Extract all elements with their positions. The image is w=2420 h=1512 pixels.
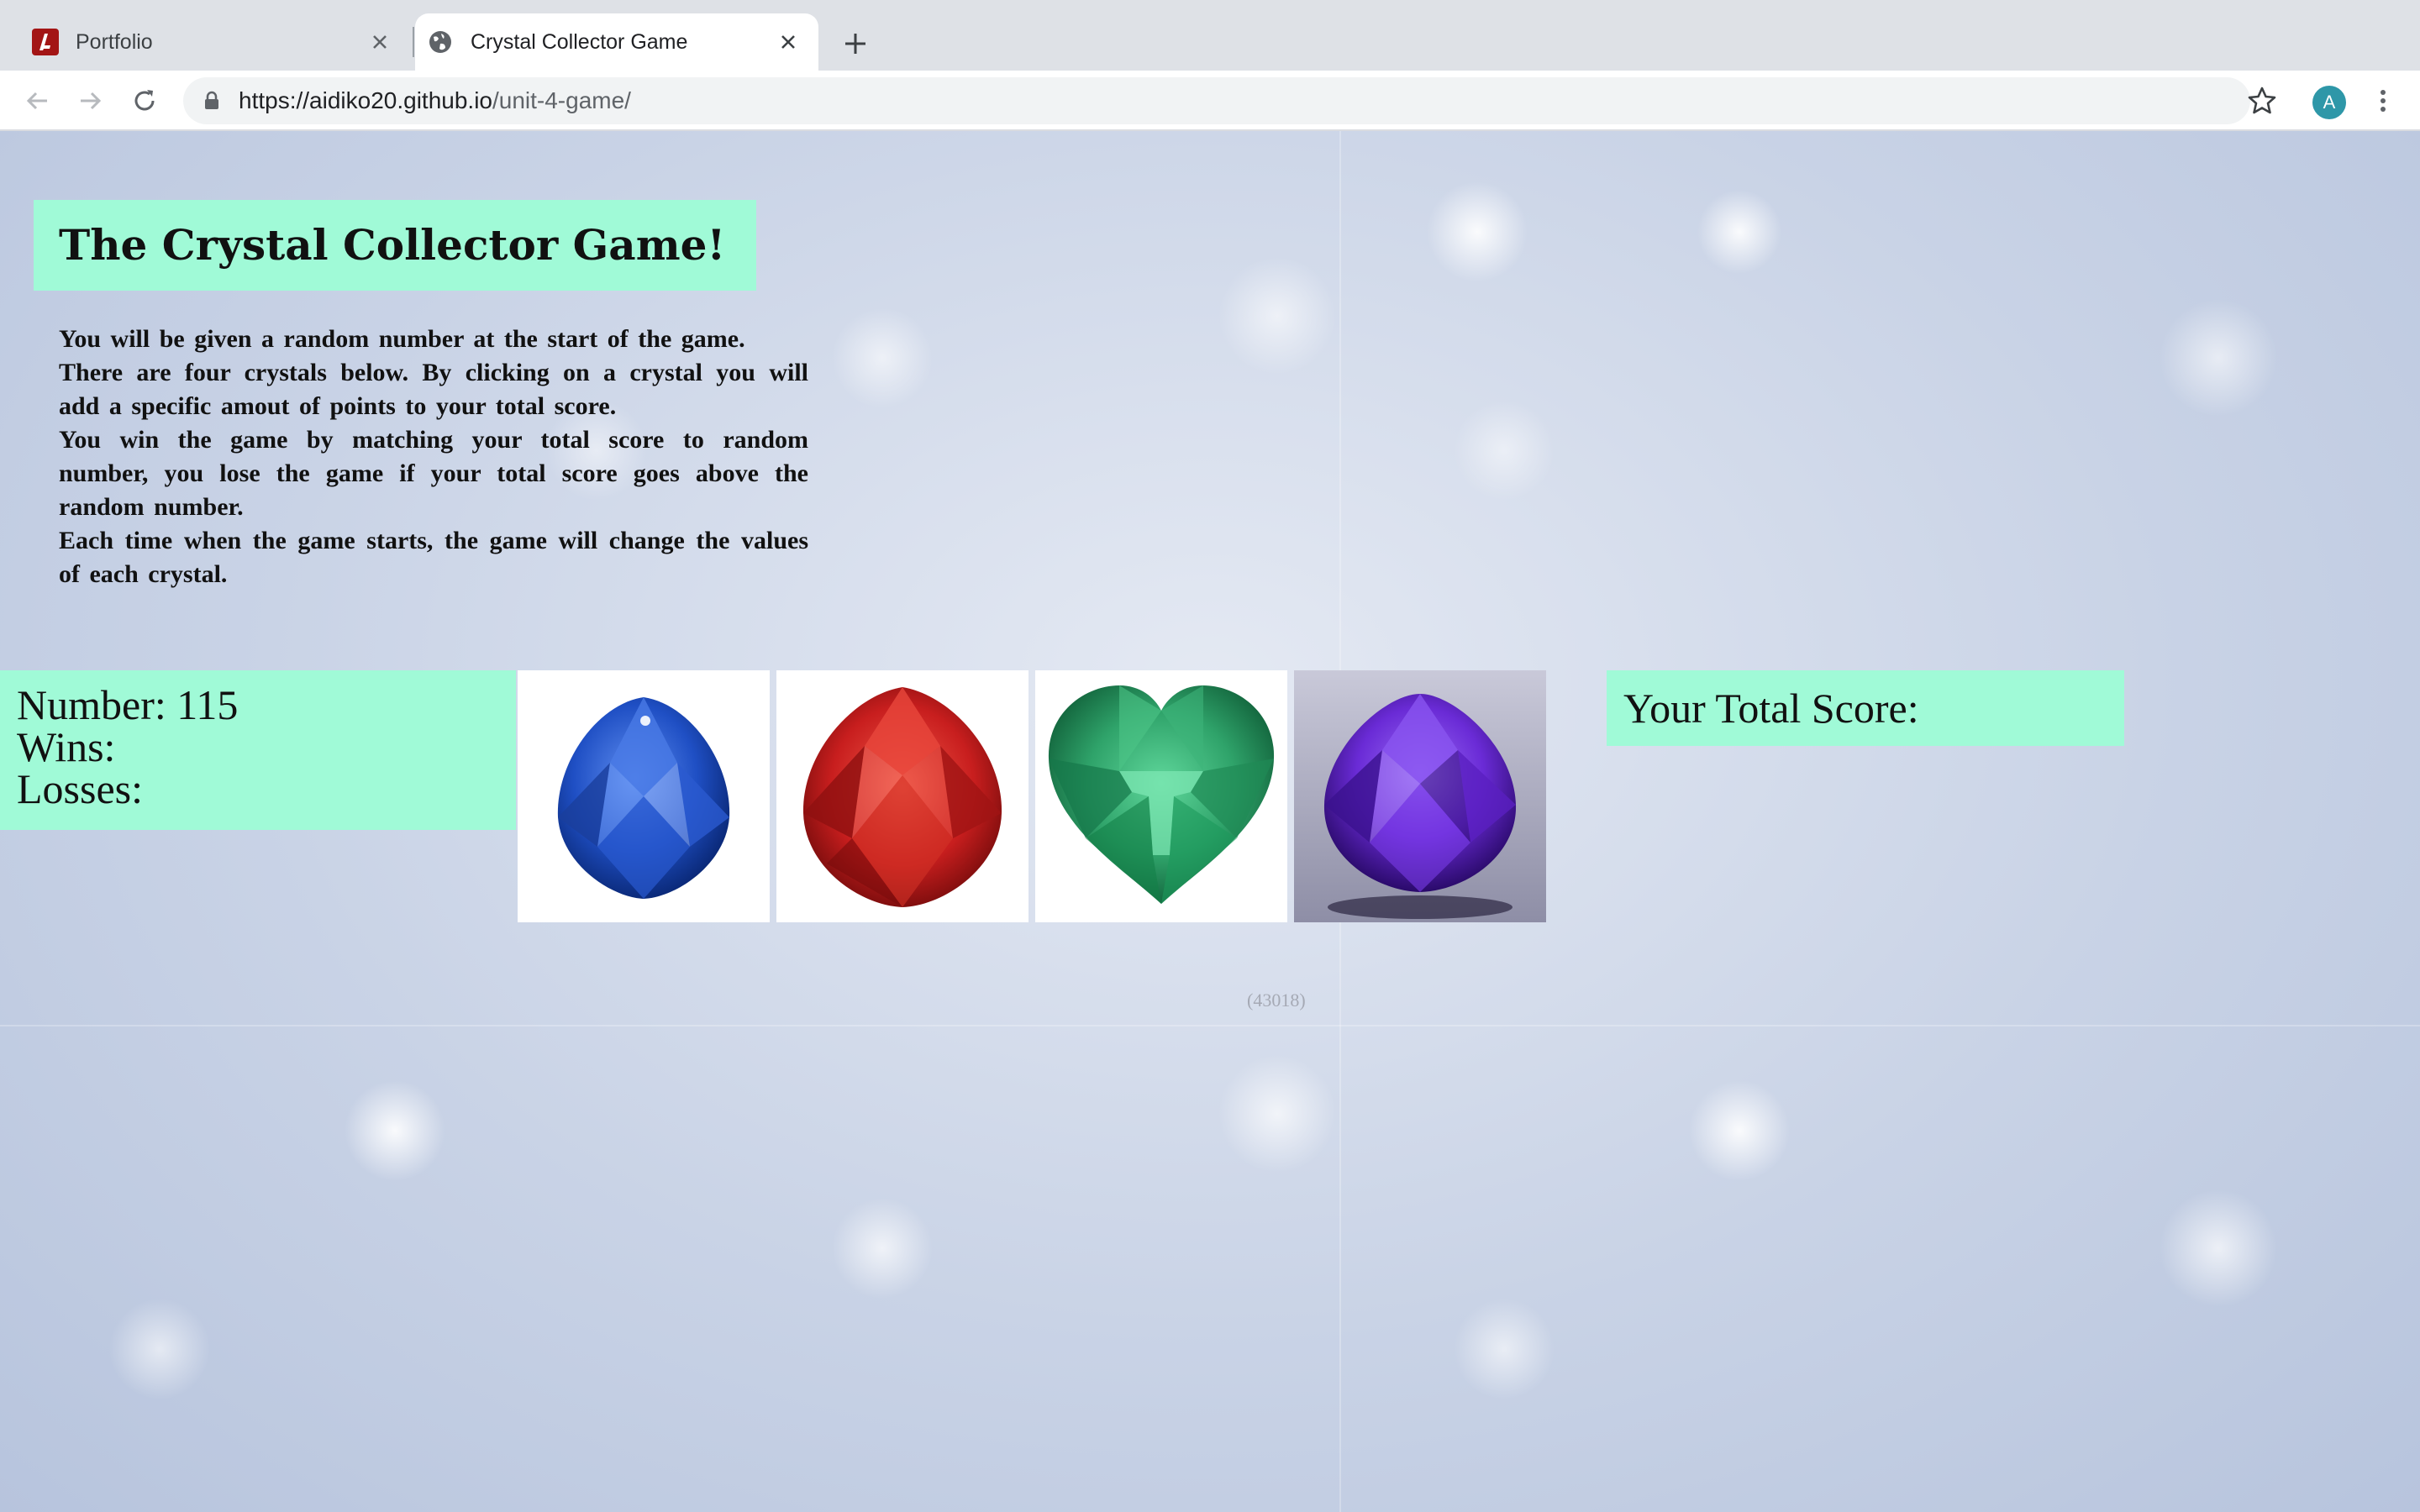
background-seam <box>0 1025 2420 1026</box>
wins-counter: Wins: <box>17 723 116 770</box>
blue-crystal-button[interactable] <box>518 670 770 922</box>
browser-chrome: Portfolio Crystal Collector Game https:/… <box>0 0 2420 131</box>
instruction-line: You win the game by matching your total … <box>59 426 808 521</box>
tab-title: Crystal Collector Game <box>471 29 688 54</box>
url-host: https://aidiko20.github.io <box>239 87 492 113</box>
globe-icon <box>429 31 451 53</box>
title-banner: The Crystal Collector Game! <box>34 200 756 291</box>
instruction-line: There are four crystals below. By clicki… <box>59 359 808 420</box>
url-text: https://aidiko20.github.io/unit-4-game/ <box>239 77 631 124</box>
address-bar[interactable]: https://aidiko20.github.io/unit-4-game/ <box>183 77 2250 124</box>
lock-icon <box>205 91 218 109</box>
red-crystal-icon <box>802 687 1002 907</box>
profile-avatar[interactable]: A <box>2312 86 2346 119</box>
browser-toolbar: https://aidiko20.github.io/unit-4-game/ … <box>0 71 2420 131</box>
portfolio-favicon-icon <box>32 29 59 55</box>
instructions: You will be given a random number at the… <box>59 323 808 591</box>
back-arrow-icon[interactable] <box>22 86 52 116</box>
instruction-line: You will be given a random number at the… <box>59 325 745 353</box>
bookmark-star-icon[interactable] <box>2245 84 2279 118</box>
instruction-line: Each time when the game starts, the game… <box>59 527 808 588</box>
close-tab-icon[interactable] <box>366 29 393 55</box>
green-crystal-icon <box>1048 685 1275 904</box>
red-crystal-button[interactable] <box>776 670 1028 922</box>
page-title: The Crystal Collector Game! <box>59 220 726 270</box>
tab-crystal-collector[interactable]: Crystal Collector Game <box>415 13 818 71</box>
image-watermark: (43018) <box>1247 990 1306 1011</box>
reload-icon[interactable] <box>129 86 160 116</box>
more-vert-icon[interactable] <box>2368 86 2398 116</box>
target-number: Number: 115 <box>17 681 239 728</box>
tab-title: Portfolio <box>76 29 153 54</box>
total-score-label: Your Total Score: <box>1623 685 1919 732</box>
url-path: /unit-4-game/ <box>492 87 631 113</box>
green-crystal-button[interactable] <box>1035 670 1287 922</box>
purple-crystal-icon <box>1294 670 1546 922</box>
total-score-panel: Your Total Score: <box>1607 670 2124 746</box>
tab-portfolio[interactable]: Portfolio <box>20 13 410 71</box>
close-tab-icon[interactable] <box>775 29 802 55</box>
tab-strip: Portfolio Crystal Collector Game <box>0 0 2420 71</box>
new-tab-icon[interactable] <box>839 27 872 60</box>
page-background: The Crystal Collector Game! You will be … <box>0 131 2420 1512</box>
stats-panel: Number: 115 Wins: Losses: <box>0 670 516 830</box>
purple-crystal-button[interactable] <box>1294 670 1546 922</box>
blue-crystal-icon <box>557 697 730 899</box>
losses-counter: Losses: <box>17 765 143 812</box>
forward-arrow-icon[interactable] <box>76 86 106 116</box>
tab-divider <box>413 27 414 57</box>
